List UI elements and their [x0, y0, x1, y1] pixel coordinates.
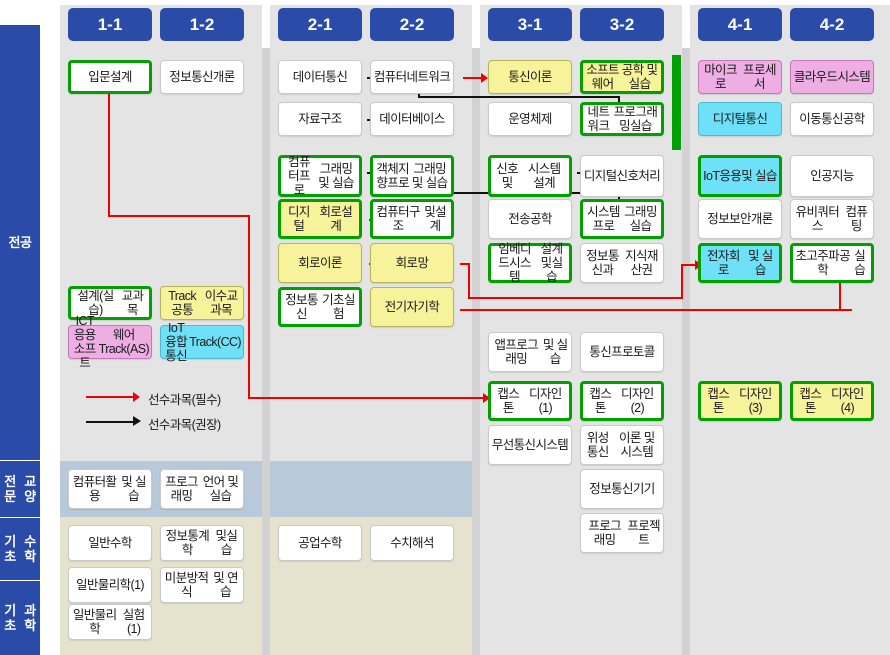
course-캡스톤디자인(1)[interactable]: 캡스톤 디자인(1) — [488, 381, 572, 421]
course-전기자기학[interactable]: 전기자기학 — [370, 287, 454, 327]
sidebar-category-1: 전문 교양 — [0, 461, 40, 517]
sidebar-category-0: 전공 — [0, 25, 40, 460]
course-앱프로그래밍및실습[interactable]: 앱프로그래밍 및 실습 — [488, 332, 572, 372]
course-무선통신시스템[interactable]: 무선통신시스템 — [488, 425, 572, 465]
semester-header-3-1[interactable]: 3-1 — [488, 8, 572, 41]
course-회로이론[interactable]: 회로이론 — [278, 243, 362, 283]
course-시스템프로그래밍실습[interactable]: 시스템프로 그래밍실습 — [580, 199, 664, 239]
course-입문설계[interactable]: 입문설계 — [68, 60, 152, 94]
course-유비쿼터스컴퓨팅[interactable]: 유비쿼터스 컴퓨팅 — [790, 199, 874, 239]
arrow-line — [463, 77, 483, 79]
category-sidebar: 전공 전문 교양 기초 수학 기초 과학 — [0, 0, 40, 655]
course-임베디드시스템설계및실습[interactable]: 임베디드시스템 설계및실습 — [488, 242, 572, 284]
legend-label-required: 선수과목(필수) — [148, 393, 221, 407]
band-gyoyang-2 — [270, 461, 472, 517]
year-divider-1-2 — [262, 48, 270, 655]
course-프로그래밍프로젝트[interactable]: 프로그래밍 프로젝트 — [580, 513, 664, 553]
course-컴퓨터네트워크[interactable]: 컴퓨터 네트워크 — [370, 60, 454, 94]
basic-course-일반물리학(1)[interactable]: 일반물리학(1) — [68, 567, 152, 603]
basic-course-일반물리학실험(1)[interactable]: 일반물리학 실험(1) — [68, 604, 152, 640]
arrow-line — [460, 309, 852, 311]
semester-header-2-2[interactable]: 2-2 — [370, 8, 454, 41]
basic-course-일반수학[interactable]: 일반수학 — [68, 525, 152, 561]
course-이동통신공학[interactable]: 이동통신공학 — [790, 102, 874, 136]
course-운영체제[interactable]: 운영체제 — [488, 102, 572, 136]
year-divider-2-3 — [472, 48, 480, 655]
semester-header-2-1[interactable]: 2-1 — [278, 8, 362, 41]
course-전송공학[interactable]: 전송공학 — [488, 199, 572, 239]
course-회로망[interactable]: 회로망 — [370, 243, 454, 283]
course-컴퓨터구조및설계[interactable]: 컴퓨터구조 및설계 — [370, 199, 454, 239]
gyoyang-course-컴퓨터활용및실습[interactable]: 컴퓨터활용 및 실습 — [68, 469, 152, 509]
course-신호및시스템설계[interactable]: 신호 및 시스템 설계 — [488, 155, 572, 197]
arrow-line — [108, 93, 110, 216]
course-컴퓨터프로그래밍및실습[interactable]: 컴퓨터프로 그래밍 및 실습 — [278, 155, 362, 197]
basic-course-미분방적식및연습[interactable]: 미분방적식 및 연습 — [160, 567, 244, 603]
basic-course-수치해석[interactable]: 수치해석 — [370, 525, 454, 561]
semester-header-1-2[interactable]: 1-2 — [160, 8, 244, 41]
course-IoT응용및실습[interactable]: IoT응용 및 실습 — [698, 155, 782, 197]
legend-box-Track공통이수교과목[interactable]: Track 공통 이수교과목 — [160, 286, 244, 320]
course-디지털신호처리[interactable]: 디지털 신호처리 — [580, 155, 664, 197]
arrow-line — [108, 215, 250, 217]
semester-header-4-1[interactable]: 4-1 — [698, 8, 782, 41]
course-정보통신개론[interactable]: 정보통신개론 — [160, 60, 244, 94]
course-정보통신과지식재산권[interactable]: 정보통신과 지식재산권 — [580, 243, 664, 283]
legend-box-IoT융합통신Track(CC)[interactable]: IoT융합통신 Track(CC) — [160, 321, 244, 363]
course-캡스톤디자인(3)[interactable]: 캡스톤 디자인(3) — [698, 381, 782, 421]
arrow-line — [248, 397, 488, 399]
legend-box-ICT응용소프트웨어Track(AS)[interactable]: ICT응용소프트 웨어Track(AS) — [68, 314, 152, 370]
gyoyang-course-프로그래밍언어및실습[interactable]: 프로그래밍 언어 및 실습 — [160, 469, 244, 509]
course-위성통신이론및시스템[interactable]: 위성통신 이론 및 시스템 — [580, 425, 664, 465]
course-캡스톤디자인(2)[interactable]: 캡스톤 디자인(2) — [580, 381, 664, 421]
semester-header-4-2[interactable]: 4-2 — [790, 8, 874, 41]
basic-course-공업수학[interactable]: 공업수학 — [278, 525, 362, 561]
course-통신이론[interactable]: 통신이론 — [488, 60, 572, 94]
basic-course-정보통계학및실습[interactable]: 정보통계학 및실습 — [160, 525, 244, 561]
arrow-line — [418, 96, 620, 98]
arrow-line — [468, 297, 683, 299]
course-디지털회로설계[interactable]: 디지털 회로설계 — [278, 199, 362, 239]
course-통신프로토콜[interactable]: 통신프로토콜 — [580, 332, 664, 372]
course-인공지능[interactable]: 인공지능 — [790, 155, 874, 197]
course-자료구조[interactable]: 자료구조 — [278, 102, 362, 136]
track-split-green-bar — [672, 55, 681, 150]
course-초고주파공학실습[interactable]: 초고주파공학 실습 — [790, 243, 874, 283]
curriculum-flowchart: 전공 전문 교양 기초 수학 기초 과학 1-1 1-2 2-1 2-2 3-1 3-2 4-1 4-2 — [0, 0, 890, 655]
course-소프트웨어공학및실습[interactable]: 소프트웨어 공학 및 실습 — [580, 60, 664, 94]
course-디지털통신[interactable]: 디지털통신 — [698, 102, 782, 136]
legend-label-recommended: 선수과목(권장) — [148, 418, 221, 432]
year-divider-3-4 — [682, 48, 690, 655]
arrow-line — [681, 264, 683, 298]
course-마이크로프로세서[interactable]: 마이크로 프로세서 — [698, 60, 782, 94]
semester-header-1-1[interactable]: 1-1 — [68, 8, 152, 41]
course-데이터베이스[interactable]: 데이터베이스 — [370, 102, 454, 136]
course-네트워크프로그래밍실습[interactable]: 네트워크 프로그래밍실습 — [580, 102, 664, 136]
course-정보통신기기[interactable]: 정보통신기기 — [580, 469, 664, 509]
arrow-line — [248, 215, 250, 398]
course-정보보안개론[interactable]: 정보보안개론 — [698, 199, 782, 239]
sidebar-category-2: 기초 수학 — [0, 518, 40, 580]
course-객체지향프로그래밍및실습[interactable]: 객체지향프로 그래밍 및 실습 — [370, 155, 454, 197]
course-전자회로및실습[interactable]: 전자회로 및 실습 — [698, 243, 782, 283]
course-정보통신기초실험[interactable]: 정보통신 기초실험 — [278, 287, 362, 327]
arrow-line — [468, 263, 470, 299]
semester-header-3-2[interactable]: 3-2 — [580, 8, 664, 41]
course-데이터통신[interactable]: 데이터통신 — [278, 60, 362, 94]
course-클라우드시스템[interactable]: 클라우드시스템 — [790, 60, 874, 94]
arrow-head — [481, 73, 488, 83]
sidebar-category-3: 기초 과학 — [0, 581, 40, 655]
course-캡스톤디자인(4)[interactable]: 캡스톤 디자인(4) — [790, 381, 874, 421]
